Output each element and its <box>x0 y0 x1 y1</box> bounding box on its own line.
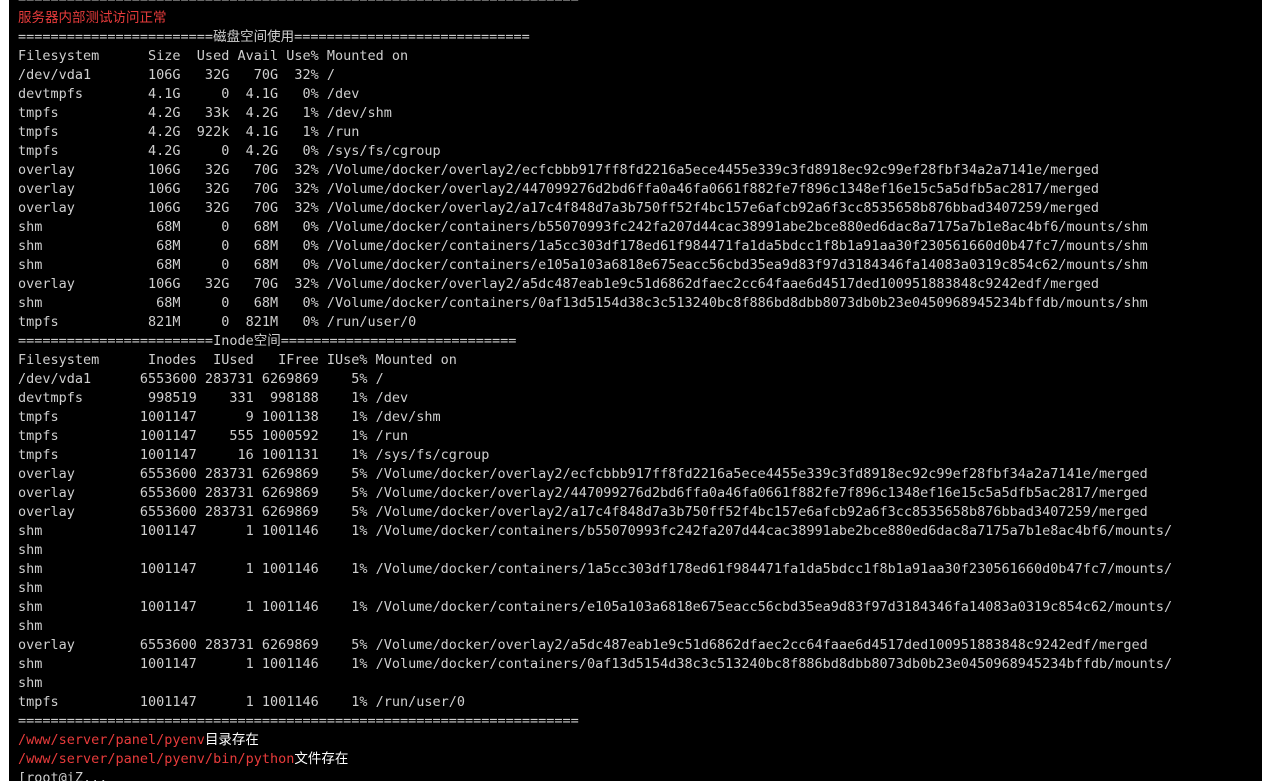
terminal-text: /www/server/panel/pyenv <box>18 732 205 748</box>
terminal-text: ========================磁盘空间使用==========… <box>18 29 530 45</box>
terminal-line: ========================Inode空间=========… <box>18 332 1172 351</box>
terminal-line: tmpfs 4.2G 922k 4.1G 1% /run <box>18 123 1172 142</box>
terminal-line: shm 1001147 1 1001146 1% /Volume/docker/… <box>18 655 1172 674</box>
terminal-text: 文件存在 <box>294 751 349 767</box>
terminal-line: Filesystem Size Used Avail Use% Mounted … <box>18 47 1172 66</box>
terminal-line: ========================================… <box>18 712 1172 731</box>
terminal-text: shm 1001147 1 1001146 1% /Volume/docker/… <box>18 599 1173 615</box>
terminal-line: Filesystem Inodes IUsed IFree IUse% Moun… <box>18 351 1172 370</box>
terminal-line: overlay 106G 32G 70G 32% /Volume/docker/… <box>18 161 1172 180</box>
terminal-text: shm <box>18 580 43 596</box>
terminal-line: overlay 6553600 283731 6269869 5% /Volum… <box>18 484 1172 503</box>
terminal-line: shm 1001147 1 1001146 1% /Volume/docker/… <box>18 522 1172 541</box>
terminal-text: shm 1001147 1 1001146 1% /Volume/docker/… <box>18 656 1173 672</box>
terminal-line: tmpfs 1001147 16 1001131 1% /sys/fs/cgro… <box>18 446 1172 465</box>
terminal-window[interactable]: ========================================… <box>9 0 1262 781</box>
terminal-line: tmpfs 1001147 1 1001146 1% /run/user/0 <box>18 693 1172 712</box>
terminal-line: tmpfs 821M 0 821M 0% /run/user/0 <box>18 313 1172 332</box>
terminal-text: overlay 6553600 283731 6269869 5% /Volum… <box>18 504 1148 520</box>
terminal-text: tmpfs 4.2G 0 4.2G 0% /sys/fs/cgroup <box>18 143 441 159</box>
terminal-text: tmpfs 1001147 9 1001138 1% /dev/shm <box>18 409 441 425</box>
terminal-text: overlay 106G 32G 70G 32% /Volume/docker/… <box>18 181 1099 197</box>
terminal-text: /dev/vda1 6553600 283731 6269869 5% / <box>18 371 384 387</box>
terminal-line: shm 68M 0 68M 0% /Volume/docker/containe… <box>18 256 1172 275</box>
terminal-line: shm <box>18 617 1172 636</box>
terminal-text: /www/server/panel/pyenv/bin/python <box>18 751 295 767</box>
terminal-text: shm 1001147 1 1001146 1% /Volume/docker/… <box>18 523 1173 539</box>
terminal-text: Filesystem Size Used Avail Use% Mounted … <box>18 48 409 64</box>
terminal-line: /dev/vda1 6553600 283731 6269869 5% / <box>18 370 1172 389</box>
terminal-line: /www/server/panel/pyenv目录存在 <box>18 731 1172 750</box>
terminal-text: shm 68M 0 68M 0% /Volume/docker/containe… <box>18 219 1148 235</box>
terminal-line: tmpfs 1001147 9 1001138 1% /dev/shm <box>18 408 1172 427</box>
terminal-line: shm 68M 0 68M 0% /Volume/docker/containe… <box>18 294 1172 313</box>
terminal-text: shm <box>18 618 43 634</box>
terminal-line: /www/server/panel/pyenv/bin/python文件存在 <box>18 750 1172 769</box>
terminal-line: shm 1001147 1 1001146 1% /Volume/docker/… <box>18 560 1172 579</box>
terminal-text: 目录存在 <box>204 732 259 748</box>
terminal-text: tmpfs 821M 0 821M 0% /run/user/0 <box>18 314 417 330</box>
terminal-line: ========================磁盘空间使用==========… <box>18 28 1172 47</box>
terminal-line: shm <box>18 579 1172 598</box>
terminal-line: /dev/vda1 106G 32G 70G 32% / <box>18 66 1172 85</box>
terminal-text: shm <box>18 542 43 558</box>
terminal-text: 服务器内部测试访问正常 <box>18 10 167 26</box>
terminal-line: shm 68M 0 68M 0% /Volume/docker/containe… <box>18 218 1172 237</box>
terminal-text: shm 68M 0 68M 0% /Volume/docker/containe… <box>18 238 1148 254</box>
terminal-text: tmpfs 4.2G 922k 4.1G 1% /run <box>18 124 360 140</box>
terminal-line: tmpfs 4.2G 0 4.2G 0% /sys/fs/cgroup <box>18 142 1172 161</box>
terminal-text: [root@iZ... <box>18 770 108 781</box>
terminal-text: tmpfs 1001147 555 1000592 1% /run <box>18 428 409 444</box>
terminal-line: ========================================… <box>18 0 1172 9</box>
terminal-line: shm 68M 0 68M 0% /Volume/docker/containe… <box>18 237 1172 256</box>
terminal-line: [root@iZ... <box>18 769 1172 781</box>
terminal-text: devtmpfs 998519 331 998188 1% /dev <box>18 390 409 406</box>
terminal-text: overlay 6553600 283731 6269869 5% /Volum… <box>18 466 1148 482</box>
terminal-text: ========================Inode空间=========… <box>18 333 517 349</box>
terminal-text: tmpfs 1001147 1 1001146 1% /run/user/0 <box>18 694 466 710</box>
terminal-line: shm 1001147 1 1001146 1% /Volume/docker/… <box>18 598 1172 617</box>
terminal-text: ========================================… <box>18 713 579 729</box>
terminal-line: overlay 106G 32G 70G 32% /Volume/docker/… <box>18 275 1172 294</box>
terminal-text: shm <box>18 675 43 691</box>
terminal-line: overlay 106G 32G 70G 32% /Volume/docker/… <box>18 180 1172 199</box>
terminal-line: overlay 6553600 283731 6269869 5% /Volum… <box>18 503 1172 522</box>
terminal-line: overlay 6553600 283731 6269869 5% /Volum… <box>18 636 1172 655</box>
terminal-line: devtmpfs 4.1G 0 4.1G 0% /dev <box>18 85 1172 104</box>
terminal-text: overlay 106G 32G 70G 32% /Volume/docker/… <box>18 276 1099 292</box>
terminal-line: tmpfs 4.2G 33k 4.2G 1% /dev/shm <box>18 104 1172 123</box>
terminal-line: 服务器内部测试访问正常 <box>18 9 1172 28</box>
terminal-line: overlay 6553600 283731 6269869 5% /Volum… <box>18 465 1172 484</box>
terminal-text: overlay 6553600 283731 6269869 5% /Volum… <box>18 485 1148 501</box>
terminal-line: tmpfs 1001147 555 1000592 1% /run <box>18 427 1172 446</box>
terminal-text: devtmpfs 4.1G 0 4.1G 0% /dev <box>18 86 360 102</box>
terminal-text: overlay 6553600 283731 6269869 5% /Volum… <box>18 637 1148 653</box>
terminal-text: shm 68M 0 68M 0% /Volume/docker/containe… <box>18 295 1148 311</box>
terminal-text: tmpfs 1001147 16 1001131 1% /sys/fs/cgro… <box>18 447 490 463</box>
terminal-line: overlay 106G 32G 70G 32% /Volume/docker/… <box>18 199 1172 218</box>
terminal-text: /dev/vda1 106G 32G 70G 32% / <box>18 67 335 83</box>
terminal-line: devtmpfs 998519 331 998188 1% /dev <box>18 389 1172 408</box>
terminal-text: Filesystem Inodes IUsed IFree IUse% Moun… <box>18 352 457 368</box>
terminal-output: ========================================… <box>18 0 1172 781</box>
terminal-text: overlay 106G 32G 70G 32% /Volume/docker/… <box>18 162 1099 178</box>
terminal-text: tmpfs 4.2G 33k 4.2G 1% /dev/shm <box>18 105 392 121</box>
terminal-text: overlay 106G 32G 70G 32% /Volume/docker/… <box>18 200 1099 216</box>
terminal-line: shm <box>18 541 1172 560</box>
terminal-text: shm 1001147 1 1001146 1% /Volume/docker/… <box>18 561 1173 577</box>
terminal-text: ========================================… <box>18 0 579 7</box>
terminal-text: shm 68M 0 68M 0% /Volume/docker/containe… <box>18 257 1148 273</box>
terminal-line: shm <box>18 674 1172 693</box>
